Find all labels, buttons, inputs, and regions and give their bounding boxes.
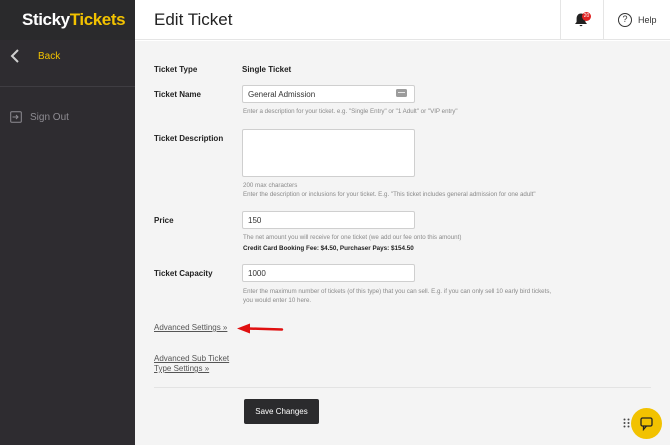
- save-changes-button[interactable]: Save Changes: [244, 399, 319, 424]
- top-header: Edit Ticket 20 ? Help: [135, 0, 670, 40]
- edit-ticket-form: Ticket Type Single Ticket Ticket Name En…: [135, 41, 670, 445]
- ticket-type-value: Single Ticket: [242, 65, 292, 74]
- help-label: Help: [638, 15, 657, 25]
- drag-handle-icon[interactable]: [623, 418, 630, 428]
- ticket-capacity-help: Enter the maximum number of tickets (of …: [243, 288, 552, 295]
- chat-icon: [639, 416, 653, 431]
- price-input[interactable]: [242, 211, 415, 229]
- advanced-sub-ticket-link-2[interactable]: Type Settings »: [154, 364, 209, 374]
- sidebar-divider: [0, 86, 135, 87]
- logo[interactable]: StickyTickets: [0, 0, 135, 40]
- keyboard-icon[interactable]: [396, 89, 407, 97]
- form-divider: [154, 387, 651, 388]
- ticket-name-label: Ticket Name: [154, 90, 201, 99]
- sign-out-link[interactable]: Sign Out: [10, 111, 69, 123]
- advanced-settings-link[interactable]: Advanced Settings »: [154, 323, 227, 333]
- ticket-description-max-chars: 200 max characters: [243, 182, 298, 189]
- chat-button[interactable]: [631, 408, 662, 439]
- ticket-description-help: Enter the description or inclusions for …: [243, 191, 536, 198]
- sign-out-label: Sign Out: [30, 111, 69, 123]
- price-help: The net amount you will receive for one …: [243, 234, 462, 241]
- red-arrow-icon: [237, 323, 284, 334]
- help-button[interactable]: ? Help: [618, 13, 657, 27]
- sign-out-icon: [10, 111, 22, 123]
- advanced-sub-ticket-link[interactable]: Advanced Sub Ticket: [154, 354, 229, 364]
- logo-text-tickets: Tickets: [69, 10, 126, 29]
- ticket-capacity-input[interactable]: [242, 264, 415, 282]
- logo-text-sticky: Sticky: [22, 10, 70, 29]
- page-title: Edit Ticket: [154, 10, 233, 29]
- ticket-name-input[interactable]: [242, 85, 415, 103]
- sidebar: StickyTickets Back Sign Out: [0, 0, 135, 445]
- notification-badge: 20: [582, 12, 591, 21]
- back-label: Back: [38, 50, 61, 62]
- ticket-type-label: Ticket Type: [154, 65, 198, 74]
- header-divider: [603, 0, 604, 40]
- ticket-capacity-label: Ticket Capacity: [154, 269, 213, 278]
- header-divider: [560, 0, 561, 40]
- booking-fee-note: Credit Card Booking Fee: $4.50, Purchase…: [243, 245, 414, 252]
- question-circle-icon: ?: [618, 13, 632, 27]
- ticket-description-label: Ticket Description: [154, 134, 224, 143]
- ticket-name-help: Enter a description for your ticket. e.g…: [243, 108, 458, 115]
- price-label: Price: [154, 216, 174, 225]
- chevron-left-icon: [10, 49, 19, 63]
- ticket-description-textarea[interactable]: [242, 129, 415, 177]
- back-link[interactable]: Back: [10, 48, 130, 64]
- ticket-capacity-help-2: you would enter 10 here.: [243, 297, 312, 304]
